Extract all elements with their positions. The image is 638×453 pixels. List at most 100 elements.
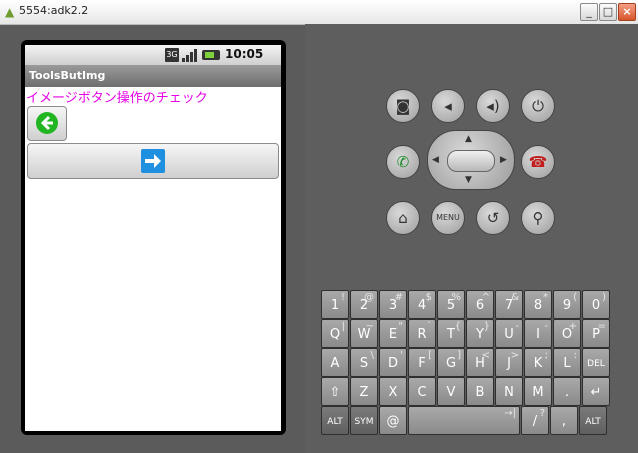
key-alt-label: ! — [340, 292, 345, 303]
key-row3-0[interactable]: A — [321, 348, 349, 377]
key-alt-label: ) — [602, 292, 606, 303]
key-alt-label: & — [511, 292, 519, 303]
search-icon: ⚲ — [532, 209, 544, 227]
key-label: N — [504, 385, 514, 400]
key-row4-3[interactable]: C — [408, 377, 436, 406]
key-label: D — [387, 356, 398, 371]
key-label: . — [564, 385, 570, 400]
key-label: SYM — [354, 417, 374, 427]
close-button[interactable]: × — [618, 3, 636, 21]
key-alt-label: | — [341, 321, 345, 332]
key-alt-label: < — [481, 350, 490, 361]
key-alt-label: $ — [425, 292, 432, 303]
key-alt-label: % — [451, 292, 461, 303]
key-label: ALT — [585, 417, 601, 427]
key-label: @ — [386, 414, 400, 429]
key-alt-label: } — [483, 321, 490, 332]
call-icon: ✆ — [396, 153, 410, 171]
key-row5-4[interactable]: /? — [521, 406, 549, 435]
key-row3-5[interactable]: H < — [466, 348, 494, 377]
key-label: DEL — [587, 359, 605, 369]
dpad-down-icon[interactable]: ▼ — [465, 175, 472, 185]
power-icon: ⏻ — [532, 97, 544, 115]
maximize-button[interactable]: □ — [599, 3, 617, 21]
key-row4-5[interactable]: B — [466, 377, 494, 406]
key-row2-0[interactable]: Q | — [321, 319, 349, 348]
power-button[interactable]: ⏻ — [521, 89, 555, 123]
key-row4-9[interactable]: ↵ — [582, 377, 610, 406]
android-icon: ▲ — [5, 5, 15, 19]
key-label: R — [417, 327, 427, 342]
window-titlebar: ▲ 5554:adk2.2 _ □ × — [0, 0, 638, 25]
key-alt-label: ( — [573, 292, 577, 303]
check-label: イメージボタン操作のチェック — [26, 91, 208, 106]
key-label: 8 — [533, 298, 543, 313]
key-alt-label: [ — [428, 350, 432, 361]
search-button[interactable]: ⚲ — [521, 201, 555, 235]
dpad-up-icon[interactable]: ▲ — [465, 134, 472, 144]
camera-icon: ◙ — [395, 97, 411, 115]
key-label: 0 — [591, 298, 601, 313]
dpad-right-icon[interactable]: ▶ — [500, 155, 507, 165]
key-row3-9[interactable]: DEL — [582, 348, 610, 377]
dpad-center-button[interactable] — [447, 150, 495, 172]
volume-up-button[interactable]: ◂) — [476, 89, 510, 123]
key-label: K — [533, 356, 543, 371]
home-icon: ⌂ — [398, 209, 408, 227]
key-row4-8[interactable]: . — [553, 377, 581, 406]
menu-button[interactable]: MENU — [431, 201, 465, 235]
key-row4-1[interactable]: Z — [350, 377, 378, 406]
key-row5-1[interactable]: SYM — [350, 406, 378, 435]
battery-icon — [202, 50, 220, 60]
key-alt-label: @ — [364, 292, 374, 303]
key-row3-2[interactable]: D ' — [379, 348, 407, 377]
key-label: ALT — [327, 417, 343, 427]
key-alt-label: ' — [400, 350, 403, 361]
volume-down-button[interactable]: ◂ — [431, 89, 465, 123]
key-label: S — [359, 356, 369, 371]
key-row4-4[interactable]: V — [437, 377, 465, 406]
camera-button[interactable]: ◙ — [386, 89, 420, 123]
call-button[interactable]: ✆ — [386, 145, 420, 179]
key-row4-2[interactable]: X — [379, 377, 407, 406]
signal-icon — [182, 49, 197, 62]
key-row4-7[interactable]: M — [524, 377, 552, 406]
key-row3-3[interactable]: F[ — [408, 348, 436, 377]
key-row3-7[interactable]: K; — [524, 348, 552, 377]
key-label: I — [536, 327, 540, 342]
key-label: Q — [329, 327, 341, 342]
app-title-bar: ToolsButImg — [25, 65, 281, 87]
key-alt-label: - — [515, 321, 519, 332]
key-row2-9[interactable]: P = — [582, 319, 610, 348]
key-label: 9 — [562, 298, 572, 313]
home-button[interactable]: ⌂ — [386, 201, 420, 235]
key-row3-8[interactable]: L: — [553, 348, 581, 377]
key-label: M — [532, 385, 544, 400]
back-button[interactable]: ↺ — [476, 201, 510, 235]
key-row5-5[interactable]: , — [550, 406, 578, 435]
key-alt-label: ; — [544, 350, 548, 361]
key-row5-6[interactable]: ALT — [579, 406, 607, 435]
key-row3-6[interactable]: J > — [495, 348, 523, 377]
key-row5-3[interactable]: →| — [408, 406, 520, 435]
key-row3-1[interactable]: S \ — [350, 348, 378, 377]
app-title: ToolsButImg — [29, 69, 106, 82]
end-call-button[interactable]: ☎ — [521, 145, 555, 179]
key-label: U — [504, 327, 514, 342]
dpad-left-icon[interactable]: ◀ — [432, 155, 439, 165]
key-alt-label: →| — [504, 408, 516, 419]
key-label: X — [388, 385, 398, 400]
back-image-button[interactable] — [27, 106, 67, 141]
key-row5-0[interactable]: ALT — [321, 406, 349, 435]
key-row5-2[interactable]: @ — [379, 406, 407, 435]
minimize-button[interactable]: _ — [580, 3, 598, 21]
volume-up-icon: ◂) — [486, 97, 500, 115]
key-alt-label: { — [454, 321, 461, 332]
device-screen: 3G 10:05 AM ToolsButImg イメージボタン操作のチェック — [25, 45, 281, 431]
forward-image-button[interactable] — [27, 143, 279, 179]
key-row3-4[interactable]: G] — [437, 348, 465, 377]
key-alt-label: " — [398, 321, 403, 332]
key-alt-label: - — [544, 321, 548, 332]
key-row4-0[interactable]: ⇧ — [321, 377, 349, 406]
key-label: A — [330, 356, 340, 371]
